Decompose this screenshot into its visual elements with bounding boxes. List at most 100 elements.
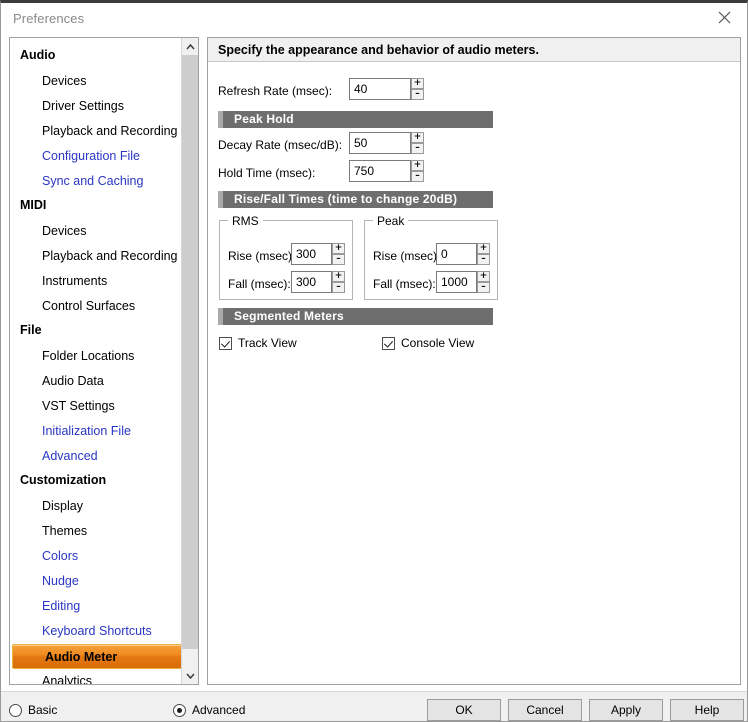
nav-group-audio: Audio <box>20 48 56 62</box>
scroll-down-button[interactable] <box>182 667 198 684</box>
sidebar-item-playback-and-recording[interactable]: Playback and Recording <box>10 119 181 144</box>
sidebar-item-keyboard-shortcuts[interactable]: Keyboard Shortcuts <box>10 619 181 644</box>
sidebar-item-nudge[interactable]: Nudge <box>10 569 181 594</box>
mode-basic-radio-row[interactable]: Basic <box>9 702 57 718</box>
minus-icon: – <box>415 89 420 99</box>
decay-rate-input[interactable] <box>349 132 411 154</box>
sidebar-item-themes[interactable]: Themes <box>10 519 181 544</box>
plus-icon: + <box>413 132 422 142</box>
sidebar-item-display[interactable]: Display <box>10 494 181 519</box>
rms-fall-stepper[interactable]: + – <box>291 271 345 293</box>
sidebar-item-vst-settings[interactable]: VST Settings <box>10 394 181 419</box>
sidebar-item-instruments[interactable]: Instruments <box>10 269 181 294</box>
plus-icon: + <box>413 78 422 88</box>
sidebar-item-label: Keyboard Shortcuts <box>42 624 152 638</box>
plus-icon: + <box>479 243 488 253</box>
scroll-up-button[interactable] <box>182 38 198 55</box>
sidebar-item-audio-data[interactable]: Audio Data <box>10 369 181 394</box>
decay-rate-spin-buttons[interactable]: + – <box>411 132 424 154</box>
refresh-rate-input[interactable] <box>349 78 411 100</box>
peak-rise-input[interactable] <box>436 243 477 265</box>
peak-fall-decrement-button[interactable]: – <box>477 282 490 293</box>
rms-fall-decrement-button[interactable]: – <box>332 282 345 293</box>
sidebar-item-configuration-file[interactable]: Configuration File <box>10 144 181 169</box>
sidebar-item-sync-and-caching[interactable]: Sync and Caching <box>10 169 181 194</box>
sidebar-item-label: Configuration File <box>42 149 140 163</box>
peak-hold-section-title: Peak Hold <box>234 112 294 126</box>
peak-fall-spin-buttons[interactable]: + – <box>477 271 490 293</box>
advanced-radio[interactable] <box>173 703 186 717</box>
track-view-checkbox[interactable] <box>219 336 232 350</box>
rms-rise-decrement-button[interactable]: – <box>332 254 345 265</box>
sidebar-item-initialization-file[interactable]: Initialization File <box>10 419 181 444</box>
rms-fall-input[interactable] <box>291 271 332 293</box>
hold-time-stepper[interactable]: + – <box>349 160 424 182</box>
sidebar-item-editing[interactable]: Editing <box>10 594 181 619</box>
peak-rise-increment-button[interactable]: + <box>477 243 490 254</box>
hold-time-input[interactable] <box>349 160 411 182</box>
basic-radio[interactable] <box>9 703 22 717</box>
panel-description-banner: Specify the appearance and behavior of a… <box>208 38 740 62</box>
help-button[interactable]: Help <box>670 699 744 721</box>
rms-fall-spin-buttons[interactable]: + – <box>332 271 345 293</box>
sidebar-item-analytics[interactable]: Analytics <box>10 669 181 684</box>
plus-icon: + <box>334 271 343 281</box>
ok-button[interactable]: OK <box>427 699 501 721</box>
rms-rise-spin-buttons[interactable]: + – <box>332 243 345 265</box>
scrollbar-thumb[interactable] <box>182 55 198 649</box>
chevron-down-icon <box>185 673 195 679</box>
track-view-checkbox-row[interactable]: Track View <box>219 335 297 351</box>
decay-rate-decrement-button[interactable]: – <box>411 143 424 154</box>
track-view-label: Track View <box>238 336 297 350</box>
refresh-rate-spin-buttons[interactable]: + – <box>411 78 424 100</box>
sidebar-item-devices[interactable]: Devices <box>10 69 181 94</box>
sidebar-item-label: Audio Meter <box>45 650 118 664</box>
sidebar-item-driver-settings[interactable]: Driver Settings <box>10 94 181 119</box>
peak-rise-spin-buttons[interactable]: + – <box>477 243 490 265</box>
sidebar-item-label: Playback and Recording <box>42 124 178 138</box>
sidebar-item-advanced[interactable]: Advanced <box>10 444 181 469</box>
rms-rise-input[interactable] <box>291 243 332 265</box>
refresh-rate-label: Refresh Rate (msec): <box>218 84 333 98</box>
hold-time-decrement-button[interactable]: – <box>411 171 424 182</box>
close-button[interactable] <box>702 3 747 32</box>
sidebar-item-label: Themes <box>42 524 88 538</box>
rms-rise-increment-button[interactable]: + <box>332 243 345 254</box>
mode-advanced-radio-row[interactable]: Advanced <box>173 702 245 718</box>
sidebar-item-label: Audio Data <box>42 374 104 388</box>
peak-rise-label: Rise (msec): <box>373 249 441 263</box>
decay-rate-stepper[interactable]: + – <box>349 132 424 154</box>
console-view-checkbox[interactable] <box>382 336 395 350</box>
refresh-rate-increment-button[interactable]: + <box>411 78 424 89</box>
peak-rise-stepper[interactable]: + – <box>436 243 490 265</box>
window-title: Preferences <box>13 11 85 26</box>
rms-rise-stepper[interactable]: + – <box>291 243 345 265</box>
peak-fall-stepper[interactable]: + – <box>436 271 490 293</box>
hold-time-spin-buttons[interactable]: + – <box>411 160 424 182</box>
plus-icon: + <box>334 243 343 253</box>
peak-rise-decrement-button[interactable]: – <box>477 254 490 265</box>
decay-rate-increment-button[interactable]: + <box>411 132 424 143</box>
sidebar-item-label: VST Settings <box>42 399 115 413</box>
peak-fall-increment-button[interactable]: + <box>477 271 490 282</box>
sidebar-item-devices[interactable]: Devices <box>10 219 181 244</box>
rms-groupbox-title: RMS <box>228 214 263 228</box>
sidebar-item-colors[interactable]: Colors <box>10 544 181 569</box>
sidebar-item-playback-and-recording[interactable]: Playback and Recording <box>10 244 181 269</box>
rms-fall-increment-button[interactable]: + <box>332 271 345 282</box>
sidebar-item-folder-locations[interactable]: Folder Locations <box>10 344 181 369</box>
refresh-rate-stepper[interactable]: + – <box>349 78 424 100</box>
refresh-rate-decrement-button[interactable]: – <box>411 89 424 100</box>
nav-group-file: File <box>20 323 42 337</box>
peak-fall-input[interactable] <box>436 271 477 293</box>
sidebar-item-control-surfaces[interactable]: Control Surfaces <box>10 294 181 319</box>
sidebar-item-audio-meter[interactable]: Audio Meter <box>12 644 185 669</box>
console-view-checkbox-row[interactable]: Console View <box>382 335 474 351</box>
hold-time-increment-button[interactable]: + <box>411 160 424 171</box>
minus-icon: – <box>415 171 420 181</box>
apply-button[interactable]: Apply <box>589 699 663 721</box>
sidebar-item-label: Editing <box>42 599 81 613</box>
sidebar-scrollbar[interactable] <box>181 38 198 684</box>
cancel-button[interactable]: Cancel <box>508 699 582 721</box>
chevron-up-icon <box>185 43 195 50</box>
